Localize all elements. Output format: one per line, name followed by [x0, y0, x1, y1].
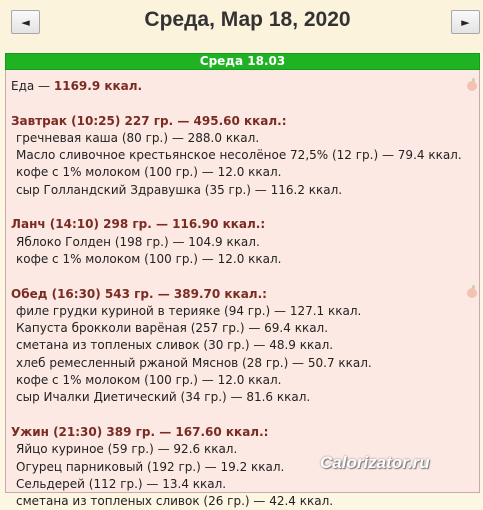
next-day-button[interactable]: ►	[451, 10, 480, 34]
total-label: Еда —	[11, 79, 54, 93]
meal-title: Завтрак (10:25) 227 гр. — 495.60 ккал.:	[11, 113, 287, 128]
food-item: хлеб ремесленный ржаной Мяснов (28 гр.) …	[16, 355, 372, 370]
meal-title: Ланч (14:10) 298 гр. — 116.90 ккал.:	[11, 217, 266, 232]
total-line: Еда — 1169.9 ккал.	[11, 78, 476, 95]
meal-title: Обед (16:30) 543 гр. — 389.70 ккал.:	[11, 286, 267, 301]
right-arrow-icon: ►	[461, 15, 470, 29]
date-navigation-bar: ◄ Среда, Мар 18, 2020 ►	[0, 0, 483, 52]
food-item: сметана из топленых сливок (26 гр.) — 42…	[16, 494, 334, 509]
food-item: сыр Ичалки Диетический (34 гр.) — 81.6 к…	[16, 390, 311, 405]
food-item: сметана из топленых сливок (30 гр.) — 48…	[16, 338, 334, 353]
meal-dinner: Обед (16:30) 543 гр. — 389.70 ккал.: фил…	[11, 286, 476, 407]
page-title: Среда, Мар 18, 2020	[144, 8, 351, 31]
meal-breakfast: Завтрак (10:25) 227 гр. — 495.60 ккал.: …	[11, 113, 476, 199]
total-value: 1169.9 ккал.	[53, 79, 143, 93]
food-item: кофе с 1% молоком (100 гр.) — 12.0 ккал.	[16, 373, 282, 388]
watermark-logo: Calorizator.ru	[320, 453, 430, 472]
food-item: сыр Голландский Здравушка (35 гр.) — 116…	[16, 182, 343, 197]
food-item: Капуста брокколи варёная (257 гр.) — 69.…	[16, 321, 329, 336]
meal-lunch: Ланч (14:10) 298 гр. — 116.90 ккал.: Ябл…	[11, 216, 476, 268]
food-item: Яблоко Голден (198 гр.) — 104.9 ккал.	[16, 234, 260, 249]
food-item: Сельдерей (112 гр.) — 13.4 ккал.	[16, 476, 227, 491]
food-item: гречневая каша (80 гр.) — 288.0 ккал.	[16, 130, 260, 145]
left-arrow-icon: ◄	[21, 15, 30, 29]
food-item: филе грудки куриной в терияке (94 гр.) —…	[16, 303, 362, 318]
food-item: кофе с 1% молоком (100 гр.) — 12.0 ккал.	[16, 165, 282, 180]
meal-title: Ужин (21:30) 389 гр. — 167.60 ккал.:	[11, 424, 269, 439]
previous-day-button[interactable]: ◄	[11, 10, 40, 34]
food-item: Масло сливочное крестьянское несолёное 7…	[16, 148, 462, 163]
panel-header: Среда 18.03	[5, 53, 480, 70]
diary-content: Еда — 1169.9 ккал. Завтрак (10:25) 227 г…	[11, 78, 476, 510]
food-item: кофе с 1% молоком (100 гр.) — 12.0 ккал.	[16, 251, 282, 266]
